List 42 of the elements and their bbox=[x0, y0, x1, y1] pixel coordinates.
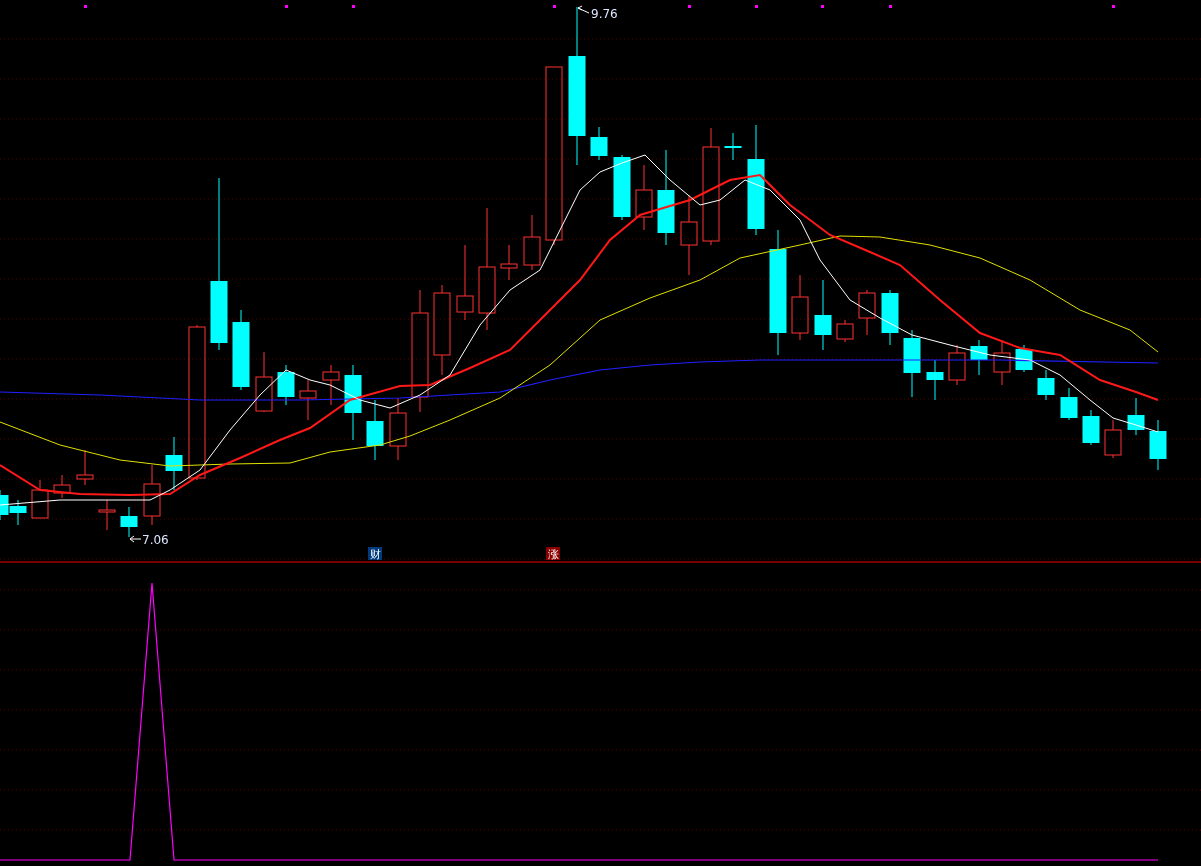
candlestick bbox=[970, 339, 988, 376]
candlestick bbox=[76, 449, 94, 486]
candlestick bbox=[120, 506, 138, 538]
candlestick bbox=[590, 126, 608, 161]
candlestick bbox=[814, 279, 832, 351]
event-marker[interactable]: 涨 bbox=[546, 547, 560, 561]
arrow-icon bbox=[129, 535, 142, 543]
candlestick bbox=[500, 244, 518, 281]
candlestick bbox=[724, 132, 742, 161]
candlestick bbox=[1127, 397, 1145, 436]
candlestick bbox=[165, 436, 183, 491]
candlestick bbox=[1060, 387, 1078, 421]
candlestick bbox=[993, 339, 1011, 386]
candlestick bbox=[98, 499, 116, 531]
candlestick bbox=[299, 379, 317, 421]
candlestick bbox=[255, 351, 273, 413]
candlestick bbox=[1082, 409, 1100, 446]
candlestick bbox=[31, 479, 49, 519]
candlestick bbox=[948, 344, 966, 386]
candlestick bbox=[53, 474, 71, 499]
arrow-icon bbox=[577, 5, 590, 14]
low-price-label: 7.06 bbox=[142, 533, 169, 547]
candlestick bbox=[523, 214, 541, 271]
event-marker[interactable]: 财 bbox=[368, 547, 382, 561]
candlestick bbox=[389, 397, 407, 461]
high-price-label: 9.76 bbox=[591, 7, 618, 21]
candlestick bbox=[791, 274, 809, 341]
candlestick bbox=[322, 364, 340, 406]
candlestick bbox=[1015, 344, 1033, 373]
candlestick bbox=[1104, 419, 1122, 459]
candlestick bbox=[881, 289, 899, 346]
candlestick bbox=[926, 359, 944, 401]
candlestick bbox=[277, 364, 295, 406]
candlestick bbox=[1149, 419, 1167, 471]
candlestick bbox=[903, 329, 921, 398]
candlestick bbox=[836, 319, 854, 343]
candlestick bbox=[143, 464, 161, 526]
candlestick bbox=[858, 289, 876, 336]
candlestick bbox=[1037, 369, 1055, 401]
candlestick bbox=[613, 154, 631, 221]
candlestick bbox=[366, 399, 384, 461]
candlestick bbox=[635, 164, 653, 231]
